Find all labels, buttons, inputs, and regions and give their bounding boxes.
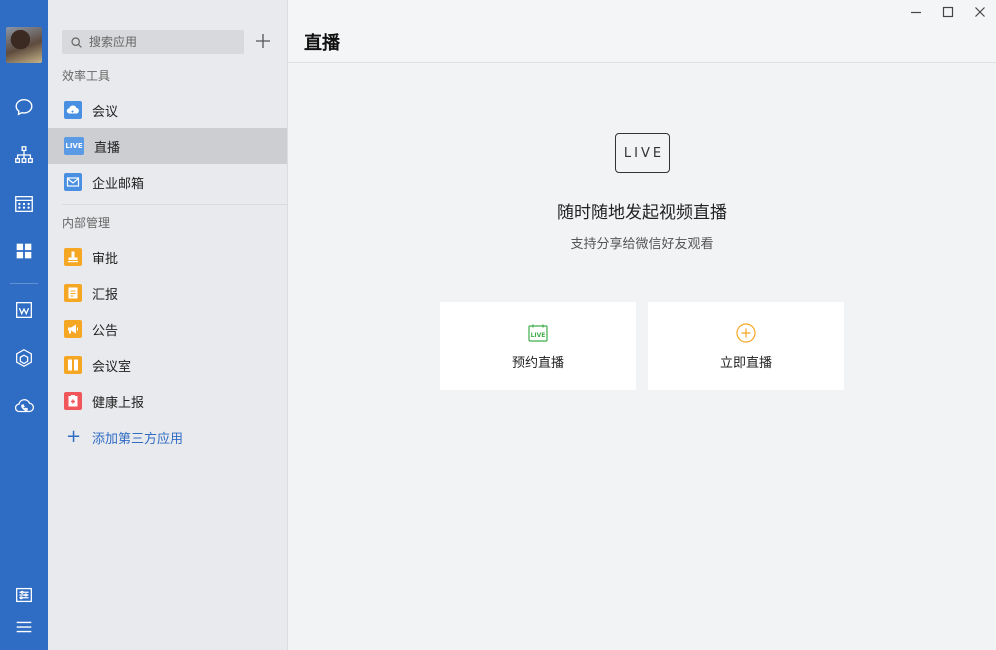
headline: 随时随地发起视频直播	[557, 203, 727, 223]
calendar-icon[interactable]	[12, 192, 36, 216]
group-title-internal: 内部管理	[62, 216, 111, 230]
minimize-icon[interactable]	[906, 4, 926, 20]
app-label: 企业邮箱	[92, 176, 145, 192]
app-item-approval[interactable]: 审批	[48, 239, 287, 275]
plus-circle-icon	[736, 322, 756, 343]
app-label: 公告	[92, 323, 119, 339]
schedule-live-button[interactable]: LIVE 预约直播	[440, 302, 636, 390]
subline: 支持分享给微信好友观看	[570, 237, 714, 252]
start-live-button[interactable]: 立即直播	[648, 302, 844, 390]
card-label: 预约直播	[511, 355, 564, 371]
page-title: 直播	[304, 33, 340, 54]
card-label: 立即直播	[719, 355, 772, 371]
org-chart-icon[interactable]	[12, 143, 36, 167]
close-icon[interactable]	[970, 4, 990, 20]
menu-icon[interactable]	[12, 615, 36, 639]
plus-icon: +	[66, 426, 82, 447]
app-item-mail[interactable]: 企业邮箱	[48, 164, 287, 200]
app-label: 直播	[94, 140, 121, 156]
cube-icon[interactable]	[12, 346, 36, 370]
search-box[interactable]	[62, 30, 244, 54]
app-list-panel: 效率工具 会议 LIVE 直播 企业邮箱 内部管理 审批 汇报	[48, 0, 288, 650]
rail-divider	[10, 283, 38, 284]
live-badge: LIVE	[615, 133, 670, 173]
calendar-live-icon: LIVE	[528, 324, 548, 342]
calendar-live-icon-text: LIVE	[531, 332, 546, 339]
add-third-party-app-button[interactable]: + 添加第三方应用	[48, 422, 287, 452]
live-icon: LIVE	[64, 137, 84, 155]
app-item-report[interactable]: 汇报	[48, 275, 287, 311]
mail-icon	[64, 173, 82, 191]
app-item-health-report[interactable]: 健康上报	[48, 383, 287, 419]
search-icon	[71, 36, 82, 48]
app-item-announcement[interactable]: 公告	[48, 311, 287, 347]
cloud-phone-icon[interactable]	[12, 394, 36, 418]
app-label: 审批	[92, 251, 119, 267]
live-icon-text: LIVE	[65, 142, 83, 150]
chat-icon[interactable]	[12, 95, 36, 119]
report-icon	[64, 284, 82, 302]
megaphone-icon	[64, 320, 82, 338]
app-label: 汇报	[92, 287, 119, 303]
meeting-room-icon	[64, 356, 82, 374]
main-content: 直播 LIVE 随时随地发起视频直播 支持分享给微信好友观看 LIVE 预约直播…	[288, 0, 996, 650]
app-item-meeting[interactable]: 会议	[48, 92, 287, 128]
doc-icon[interactable]	[12, 298, 36, 322]
add-third-party-label: 添加第三方应用	[92, 431, 184, 447]
app-item-live[interactable]: LIVE 直播	[48, 128, 287, 164]
group-title-efficiency: 效率工具	[62, 69, 111, 83]
stamp-icon	[64, 248, 82, 266]
search-input[interactable]	[89, 35, 229, 49]
app-item-meeting-room[interactable]: 会议室	[48, 347, 287, 383]
cloud-meeting-icon	[64, 101, 82, 119]
avatar[interactable]	[6, 27, 42, 63]
maximize-icon[interactable]	[938, 4, 958, 20]
group-divider	[62, 204, 287, 205]
app-label: 会议室	[92, 359, 132, 375]
nav-rail	[0, 0, 48, 650]
health-report-icon	[64, 392, 82, 410]
main-header: 直播	[288, 0, 996, 63]
add-icon[interactable]	[254, 32, 272, 50]
settings-icon[interactable]	[12, 583, 36, 607]
apps-grid-icon[interactable]	[12, 239, 36, 263]
app-label: 健康上报	[92, 395, 145, 411]
app-label: 会议	[92, 104, 119, 120]
